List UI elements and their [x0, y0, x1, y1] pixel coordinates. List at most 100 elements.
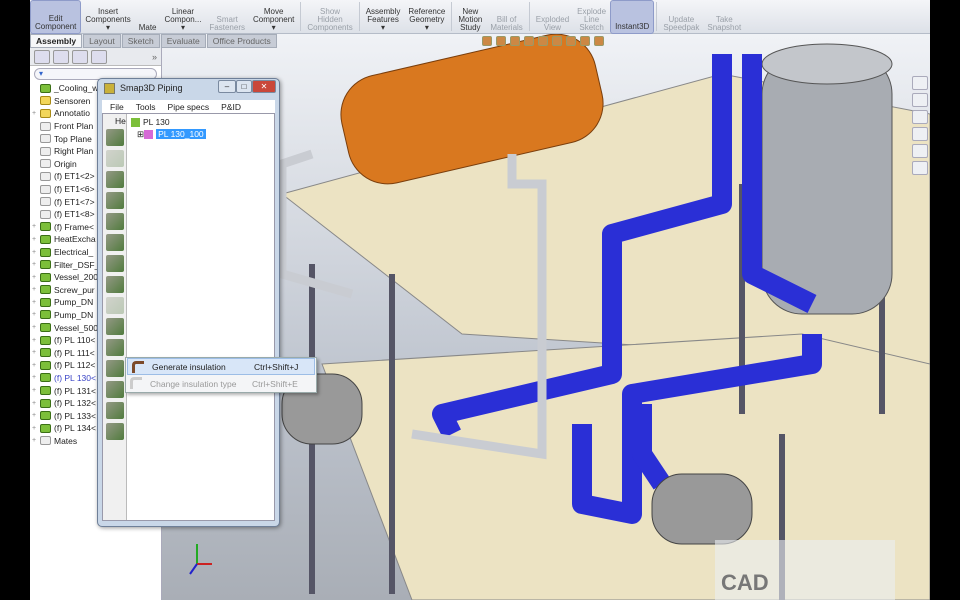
- home-icon[interactable]: [912, 76, 928, 90]
- iso-drawing-icon[interactable]: [106, 402, 124, 419]
- show-button[interactable]: Show Hidden Components: [303, 0, 356, 34]
- edit-button[interactable]: Edit Component: [30, 0, 82, 34]
- reuse-part-icon[interactable]: [106, 297, 124, 314]
- tab-office-products[interactable]: Office Products: [206, 34, 277, 48]
- insert-button[interactable]: Insert Components ▾: [81, 0, 134, 34]
- help-menu-fragment[interactable]: He: [115, 116, 126, 126]
- pipe-route-icon[interactable]: [106, 129, 124, 146]
- expand-toggle[interactable]: +: [30, 223, 38, 230]
- expand-toggle[interactable]: +: [30, 274, 38, 281]
- view-palette-icon[interactable]: [912, 127, 928, 141]
- zoom-to-fit-icon[interactable]: [482, 36, 492, 46]
- insulation-context-menu: Generate insulation Ctrl+Shift+J Change in…: [125, 357, 317, 393]
- scene-icon[interactable]: [594, 36, 604, 46]
- menu-pipe-specs[interactable]: Pipe specs: [168, 102, 210, 112]
- flange-insert-icon[interactable]: [106, 234, 124, 251]
- assembly-icon: [40, 411, 51, 421]
- menu-file[interactable]: File: [110, 102, 124, 112]
- smart-button[interactable]: Smart Fasteners: [205, 0, 249, 34]
- expand-toggle[interactable]: +: [30, 362, 38, 369]
- annotation-icon: [40, 108, 51, 118]
- expand-toggle[interactable]: +: [30, 261, 38, 268]
- fitting-insert-icon[interactable]: [106, 171, 124, 188]
- feature-manager-tab-icon[interactable]: [34, 49, 50, 64]
- move-part-icon[interactable]: [106, 276, 124, 293]
- expand-panel-button[interactable]: »: [152, 52, 157, 62]
- view-orientation-icon[interactable]: [538, 36, 548, 46]
- previous-view-icon[interactable]: [510, 36, 520, 46]
- property-manager-tab-icon[interactable]: [53, 49, 69, 64]
- expand-toggle[interactable]: +: [30, 337, 38, 344]
- expand-toggle[interactable]: +: [30, 236, 38, 243]
- pipe-support-2-icon[interactable]: [106, 381, 124, 398]
- generate-insulation-menu-item[interactable]: Generate insulation Ctrl+Shift+J: [127, 358, 315, 375]
- expand-toggle[interactable]: +: [30, 249, 38, 256]
- minimize-button[interactable]: –: [218, 80, 236, 93]
- hide-show-icon[interactable]: [566, 36, 576, 46]
- valve-insert-icon[interactable]: [106, 213, 124, 230]
- branch-insert-icon[interactable]: [106, 192, 124, 209]
- design-library-icon[interactable]: [912, 93, 928, 107]
- tab-evaluate[interactable]: Evaluate: [160, 34, 206, 48]
- assembly-button[interactable]: Assembly Features ▾: [362, 0, 405, 34]
- pipeline-tree-item[interactable]: ⊞ PL 130_100: [131, 128, 270, 140]
- expand-toggle[interactable]: +: [30, 299, 38, 306]
- zoom-area-icon[interactable]: [496, 36, 506, 46]
- expand-toggle[interactable]: +: [30, 387, 38, 394]
- move-button[interactable]: Move Component ▾: [249, 0, 298, 34]
- menu-item-label: Generate insulation: [152, 361, 226, 372]
- dialog-title: Smap3D Piping: [120, 83, 183, 93]
- instant3d-button[interactable]: Instant3D: [610, 0, 655, 34]
- configuration-manager-tab-icon[interactable]: [72, 49, 88, 64]
- expand-toggle[interactable]: +: [30, 324, 38, 331]
- expand-toggle[interactable]: +: [30, 400, 38, 407]
- exploded-button[interactable]: Exploded View: [532, 0, 573, 34]
- expand-toggle[interactable]: +: [30, 412, 38, 419]
- pipe-insert-icon[interactable]: [106, 150, 124, 167]
- display-manager-tab-icon[interactable]: [91, 49, 107, 64]
- bend-icon[interactable]: [106, 423, 124, 440]
- pipeline-tree-item[interactable]: PL 130: [131, 116, 270, 128]
- take-button[interactable]: Take Snapshot: [703, 0, 745, 34]
- linear-button[interactable]: Linear Compon... ▾: [161, 0, 206, 34]
- change-insulation-type-menu-item: Change insulation type Ctrl+Shift+E: [126, 375, 316, 392]
- assembly-icon: [40, 234, 51, 244]
- menu-tools[interactable]: Tools: [136, 102, 156, 112]
- close-button[interactable]: ✕: [252, 80, 276, 93]
- tree-item-label: Origin: [54, 158, 77, 169]
- expand-toggle[interactable]: +: [30, 110, 38, 117]
- appearance-icon[interactable]: [580, 36, 590, 46]
- appearances-icon[interactable]: [912, 144, 928, 158]
- update-button[interactable]: Update Speedpak: [659, 0, 703, 34]
- task-pane-tabs: [912, 76, 930, 178]
- assembly-icon: [40, 323, 51, 333]
- bill-of-button[interactable]: Bill of Materials: [486, 0, 526, 34]
- custom-properties-icon[interactable]: [912, 161, 928, 175]
- mate-button[interactable]: Mate: [135, 0, 161, 34]
- explode-button[interactable]: Explode Line Sketch: [573, 0, 610, 34]
- pipe-support-icon[interactable]: [106, 360, 124, 377]
- expand-toggle[interactable]: +: [30, 286, 38, 293]
- pipe-edit-icon[interactable]: [106, 255, 124, 272]
- menu-p-id[interactable]: P&ID: [221, 102, 241, 112]
- dialog-titlebar[interactable]: Smap3D Piping – □ ✕: [98, 79, 279, 97]
- new-button[interactable]: New Motion Study: [454, 0, 486, 34]
- tab-layout[interactable]: Layout: [83, 34, 121, 48]
- expand-toggle[interactable]: +: [30, 425, 38, 432]
- connect-icon[interactable]: [106, 339, 124, 356]
- section-view-icon[interactable]: [524, 36, 534, 46]
- reference-button[interactable]: Reference Geometry ▾: [404, 0, 449, 34]
- file-explorer-icon[interactable]: [912, 110, 928, 124]
- insulation-icon[interactable]: [106, 318, 124, 335]
- expand-toggle[interactable]: +: [30, 437, 38, 444]
- expand-toggle[interactable]: +: [30, 374, 38, 381]
- expand-toggle[interactable]: +: [30, 311, 38, 318]
- maximize-button[interactable]: □: [236, 80, 252, 93]
- part-icon: [40, 184, 51, 194]
- tab-sketch[interactable]: Sketch: [121, 34, 160, 48]
- pipeline-icon: [131, 117, 140, 127]
- expand-toggle[interactable]: ⊞: [137, 129, 144, 140]
- display-style-icon[interactable]: [552, 36, 562, 46]
- expand-toggle[interactable]: +: [30, 349, 38, 356]
- tab-assembly[interactable]: Assembly: [30, 34, 83, 48]
